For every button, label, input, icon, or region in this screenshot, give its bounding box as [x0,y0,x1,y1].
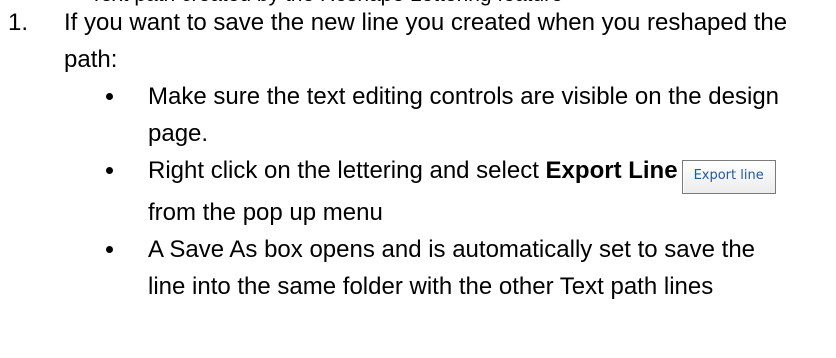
numbered-step-1: 1. If you want to save the new line you … [8,4,828,305]
export-line-bold-label: Export Line [545,157,678,184]
bullet-item-controls-visible: Make sure the text editing controls are … [106,78,786,152]
bullet-text-suffix: from the pop up menu [148,199,383,226]
bullet-list: Make sure the text editing controls are … [106,78,786,305]
bullet-text-prefix: Right click on the lettering and select [148,157,546,184]
export-line-button[interactable]: Export line [681,160,776,194]
bullet-text: A Save As box opens and is automatically… [148,236,756,300]
bullet-text: Make sure the text editing controls are … [148,83,780,147]
bullet-dot-icon [106,167,113,174]
bullet-item-export-line: Right click on the lettering and select … [106,152,786,231]
bullet-dot-icon [106,246,113,253]
document-page: Text path created by the Reshape Letteri… [0,0,836,358]
step-number: 1. [8,9,29,36]
bullet-item-save-as: A Save As box opens and is automatically… [106,231,786,305]
bullet-dot-icon [106,93,113,100]
step-intro: If you want to save the new line you cre… [64,9,788,73]
